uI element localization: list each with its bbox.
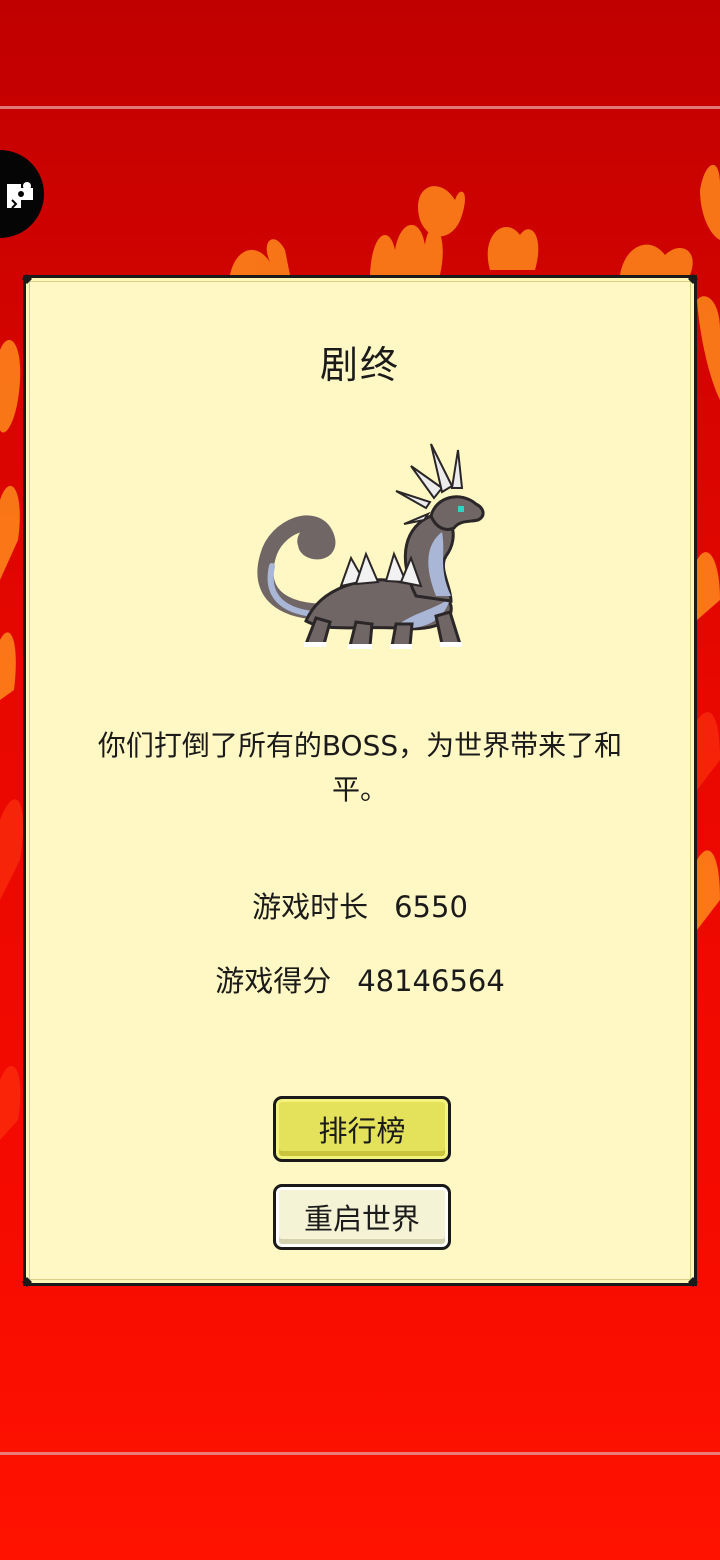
top-divider <box>0 106 720 109</box>
puzzle-icon <box>7 182 33 209</box>
corner-ornament <box>688 274 698 284</box>
corner-ornament <box>22 274 32 284</box>
play-time-row: 游戏时长 6550 <box>26 884 694 926</box>
corner-ornament <box>22 1277 32 1287</box>
dragon-boss-image <box>257 443 485 649</box>
play-time-label: 游戏时长 <box>252 890 369 924</box>
score-value: 48146564 <box>357 964 505 998</box>
score-row: 游戏得分 48146564 <box>26 958 694 1000</box>
restart-world-button[interactable]: 重启世界 <box>273 1184 451 1250</box>
game-over-dialog: 剧终 你们打倒了所有的BOSS，为世界带来了和平。 游戏时长 6550 游戏得分… <box>22 274 698 1287</box>
leaderboard-button[interactable]: 排行榜 <box>273 1096 451 1162</box>
ending-message: 你们打倒了所有的BOSS，为世界带来了和平。 <box>97 729 623 806</box>
score-label: 游戏得分 <box>215 964 332 998</box>
dialog-title: 剧终 <box>319 343 400 387</box>
bottom-divider <box>0 1452 720 1455</box>
play-time-value: 6550 <box>394 890 468 924</box>
corner-ornament <box>688 1277 698 1287</box>
